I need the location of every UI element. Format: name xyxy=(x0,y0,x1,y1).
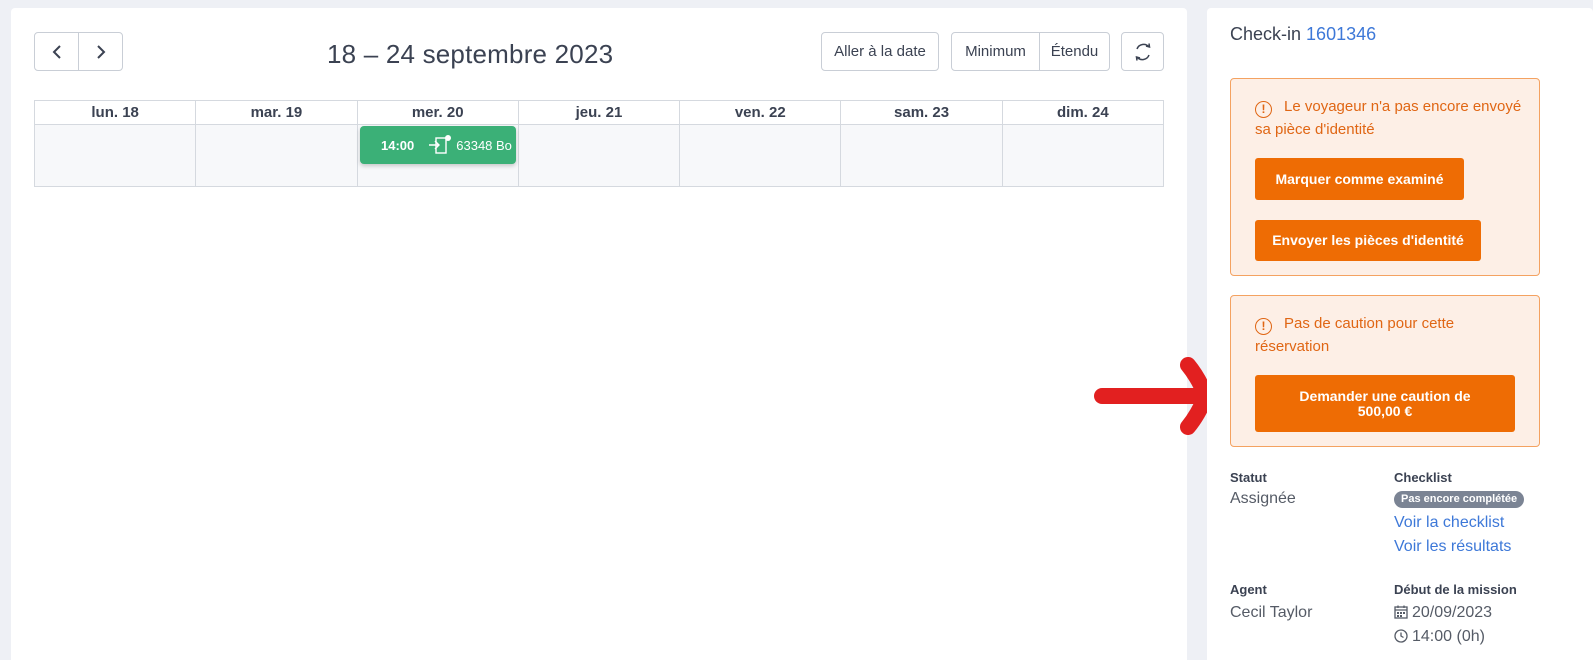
calendar-panel: 18 – 24 septembre 2023 Aller à la date M… xyxy=(11,8,1187,660)
request-deposit-button[interactable]: Demander une caution de 500,00 € xyxy=(1255,375,1515,432)
calendar-icon xyxy=(1394,605,1408,619)
day-header: dim. 24 xyxy=(1056,104,1109,121)
no-deposit-alert: ! Pas de caution pour cette réservation D… xyxy=(1230,295,1540,447)
chevron-left-icon xyxy=(52,44,61,59)
checklist-label: Checklist xyxy=(1394,470,1452,485)
refresh-button[interactable] xyxy=(1121,32,1164,71)
day-cell[interactable] xyxy=(680,125,842,186)
day-cell[interactable] xyxy=(35,125,197,186)
id-missing-alert: ! Le voyageur n'a pas encore envoyé sa pi… xyxy=(1230,78,1540,276)
day-cell[interactable] xyxy=(519,125,681,186)
day-header: lun. 18 xyxy=(35,101,197,124)
week-grid: lun. 18 mar. 19 mer. 20 jeu. 21 ven. 22 … xyxy=(34,100,1164,187)
chevron-right-icon xyxy=(96,44,105,59)
checklist-status-badge: Pas encore complétée xyxy=(1394,491,1525,508)
prev-week-button[interactable] xyxy=(34,32,79,71)
mission-start-label: Début de la mission xyxy=(1394,582,1517,597)
calendar-title: 18 – 24 septembre 2023 xyxy=(327,39,614,69)
red-arrow-annotation xyxy=(1094,357,1214,435)
status-label: Statut xyxy=(1230,470,1267,485)
week-grid-body xyxy=(35,125,1163,186)
view-minimum-button[interactable]: Minimum xyxy=(951,32,1040,71)
event-time: 14:00 xyxy=(381,137,415,153)
agent-value: Cecil Taylor xyxy=(1230,604,1313,621)
alert-message: ! Pas de caution pour cette réservation xyxy=(1255,315,1455,355)
agent-label: Agent xyxy=(1230,582,1267,597)
checkin-id-link[interactable]: 1601346 xyxy=(1306,24,1376,44)
alert-message: ! Le voyageur n'a pas encore envoyé sa pi… xyxy=(1255,98,1522,138)
next-week-button[interactable] xyxy=(78,32,123,71)
view-extended-button[interactable]: Étendu xyxy=(1039,32,1110,71)
panel-title: Check-in 1601346 xyxy=(1230,24,1376,45)
mission-start-date: 20/09/2023 xyxy=(1394,604,1492,622)
goto-date-button[interactable]: Aller à la date xyxy=(821,32,939,71)
day-cell[interactable] xyxy=(1003,125,1163,186)
calendar-event[interactable]: 14:00 63348 Bo xyxy=(360,126,516,164)
checkin-detail-panel: Check-in 1601346 ! Le voyageur n'a pas en… xyxy=(1207,8,1593,660)
day-header: mar. 19 xyxy=(196,101,358,124)
day-cell[interactable] xyxy=(196,125,358,186)
view-results-link[interactable]: Voir les résultats xyxy=(1394,538,1511,556)
day-header: ven. 22 xyxy=(680,101,842,124)
warning-circle-icon: ! xyxy=(1255,318,1272,335)
panel-title-prefix: Check-in xyxy=(1230,24,1302,44)
warning-circle-icon: ! xyxy=(1255,101,1272,118)
status-value: Assignée xyxy=(1230,490,1296,507)
mission-start-time: 14:00 (0h) xyxy=(1394,628,1485,646)
day-header: jeu. 21 xyxy=(519,101,681,124)
day-header: mer. 20 xyxy=(358,101,519,124)
week-grid-header: lun. 18 mar. 19 mer. 20 jeu. 21 ven. 22 … xyxy=(35,101,1163,125)
mark-reviewed-button[interactable]: Marquer comme examiné xyxy=(1255,158,1464,200)
refresh-icon xyxy=(1135,42,1150,61)
day-header: sam. 23 xyxy=(841,101,1003,124)
checkin-door-icon xyxy=(428,135,452,155)
view-checklist-link[interactable]: Voir la checklist xyxy=(1394,514,1504,532)
event-reference: 63348 Bo xyxy=(456,137,512,153)
send-id-button[interactable]: Envoyer les pièces d'identité xyxy=(1255,220,1481,261)
clock-icon xyxy=(1394,629,1408,643)
day-cell[interactable] xyxy=(841,125,1003,186)
